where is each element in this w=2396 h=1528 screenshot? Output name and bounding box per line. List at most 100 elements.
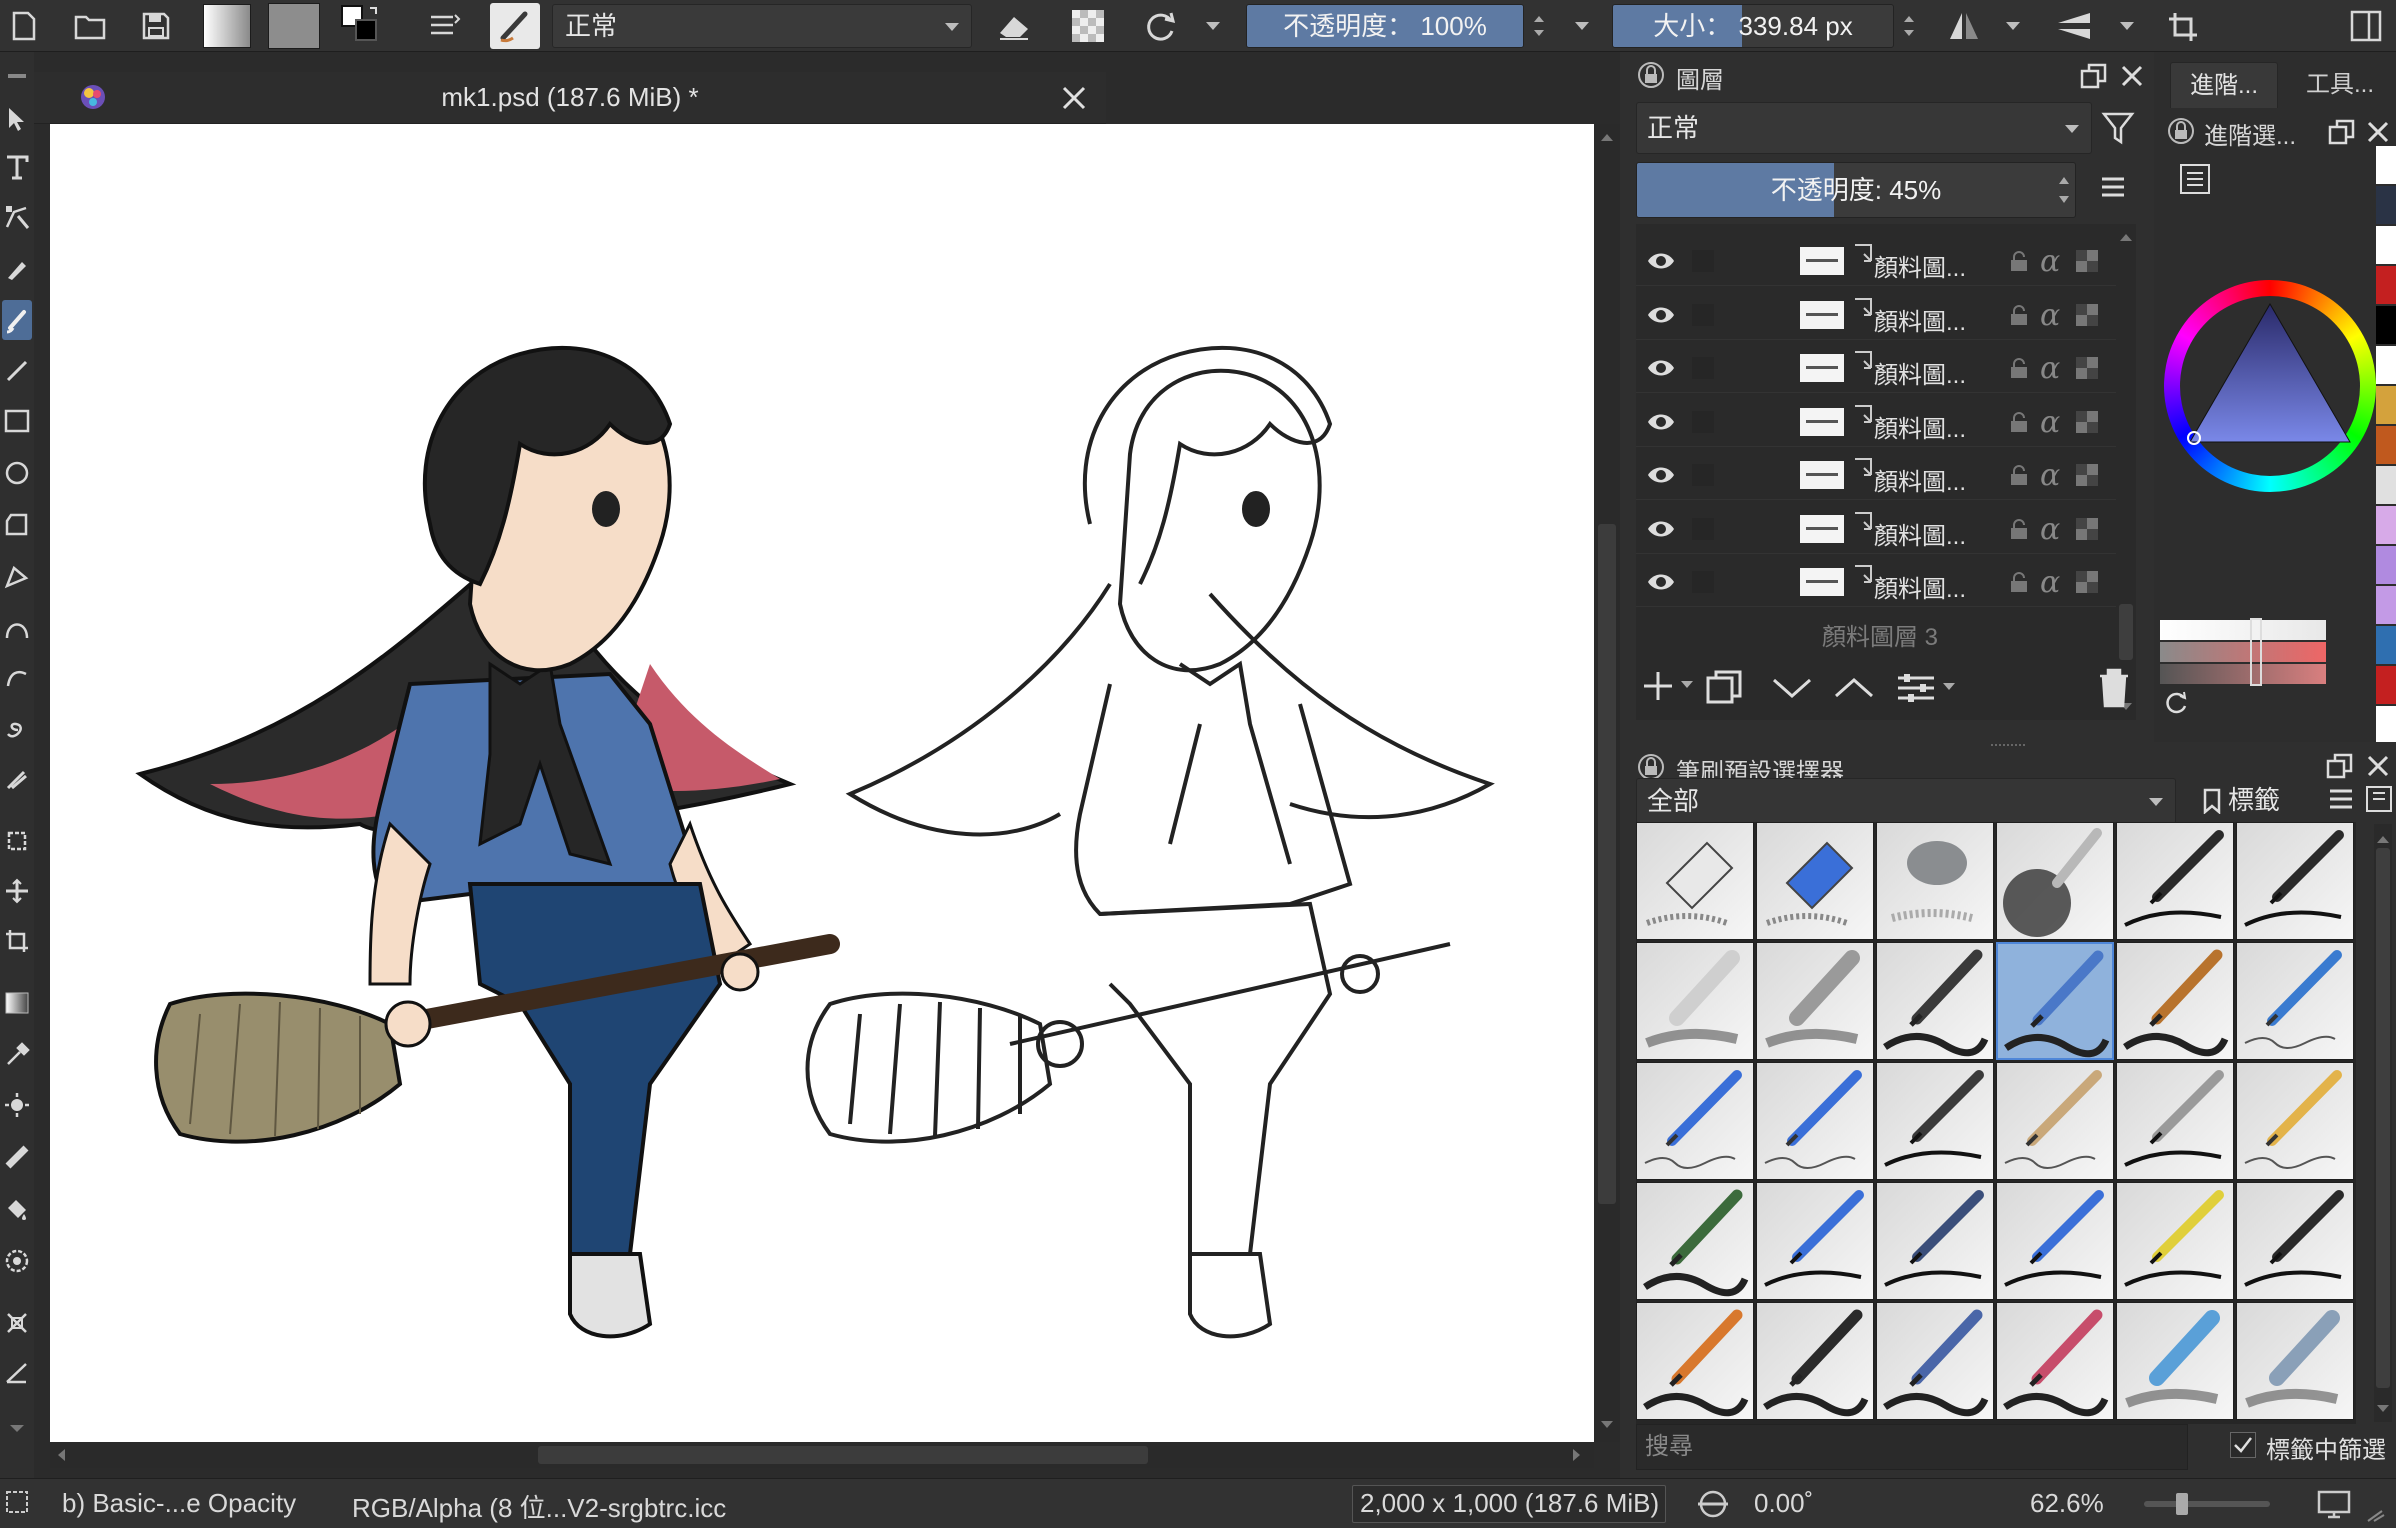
brush-preset-airbrush[interactable] (1996, 822, 2114, 940)
float-panel-icon[interactable] (2326, 752, 2356, 782)
layer-row[interactable]: 顏料圖... α (1636, 290, 2116, 340)
crop-tool-icon[interactable] (2, 824, 32, 858)
brush-view-options-icon[interactable] (2326, 784, 2358, 816)
layer-name[interactable]: 顏料圖... (1874, 516, 1966, 551)
layer-list-scrollbar[interactable] (2116, 224, 2136, 720)
brush-preset-brushpen[interactable] (1876, 942, 1994, 1060)
brush-grid-scroll-thumb[interactable] (2376, 848, 2390, 1388)
move-layer-down-icon[interactable] (1770, 668, 1814, 712)
float-panel-icon[interactable] (2080, 62, 2110, 92)
foreground-background-color-icon[interactable] (340, 5, 384, 46)
polyline-tool-icon[interactable] (2, 560, 32, 594)
layer-select-box[interactable] (1692, 250, 1714, 272)
brush-preset-pen[interactable] (1876, 1182, 1994, 1300)
color-slider-handle[interactable] (2250, 618, 2262, 686)
size-stepper-icon[interactable] (1896, 6, 1922, 46)
layer-properties-icon[interactable] (1894, 668, 1938, 712)
tag-button[interactable]: 標籤 (2198, 778, 2316, 824)
alpha-lock-icon[interactable]: α (2040, 244, 2060, 279)
scroll-down-icon[interactable] (1600, 1420, 1614, 1432)
palette-swatch[interactable] (2376, 386, 2396, 424)
brush-preset-pen[interactable] (1756, 1182, 1874, 1300)
palette-swatch[interactable] (2376, 666, 2396, 704)
add-layer-icon[interactable] (1638, 666, 1682, 710)
layer-row[interactable]: 顏料圖... α (1636, 450, 2116, 500)
lock-layer-icon[interactable] (2008, 250, 2030, 272)
brush-preset-brushpen[interactable] (1756, 1302, 1874, 1420)
palette-swatch[interactable] (2376, 226, 2396, 264)
layer-name[interactable]: 顏料圖... (1874, 569, 1966, 604)
inherit-alpha-icon[interactable] (2076, 571, 2098, 593)
layer-select-box[interactable] (1692, 303, 1714, 326)
line-tool-icon[interactable] (2, 354, 32, 388)
opacity-stepper-icon[interactable] (1526, 6, 1552, 46)
lock-layer-icon[interactable] (2008, 304, 2030, 326)
tab-tool-options[interactable]: 工具... (2286, 62, 2394, 108)
similar-selection-icon[interactable] (2, 1244, 32, 1278)
brush-preset-marker[interactable] (2236, 1302, 2354, 1420)
visibility-eye-icon[interactable] (1646, 569, 1676, 595)
close-panel-icon[interactable] (2364, 118, 2392, 146)
layer-select-box[interactable] (1692, 517, 1714, 540)
layer-filter-icon[interactable] (2100, 108, 2146, 154)
palette-swatch[interactable] (2376, 586, 2396, 624)
ellipse-tool-icon[interactable] (2, 456, 32, 490)
palette-swatch[interactable] (2376, 546, 2396, 584)
brush-grid-scrollbar[interactable] (2374, 824, 2392, 1422)
palette-swatch[interactable] (2376, 706, 2396, 744)
text-tool-icon[interactable] (2, 150, 32, 184)
patch-tool-icon[interactable] (2, 1140, 32, 1174)
close-document-icon[interactable] (1056, 80, 1092, 116)
resize-grip-icon[interactable] (2362, 1509, 2388, 1523)
brush-preset-pencil[interactable] (1756, 1062, 1874, 1180)
layer-row[interactable]: 顏料圖... α (1636, 557, 2116, 607)
layer-row-partial-bottom[interactable]: 顏料圖層 3 (1636, 611, 2116, 651)
move-tool-icon[interactable] (2, 874, 32, 908)
brush-preset-brushpen[interactable] (1636, 1302, 1754, 1420)
save-icon[interactable] (136, 6, 176, 46)
drawing-canvas[interactable] (50, 124, 1594, 1442)
move-layer-up-icon[interactable] (1832, 668, 1876, 712)
palette-swatch[interactable] (2376, 466, 2396, 504)
palette-swatch[interactable] (2376, 506, 2396, 544)
lock-layer-icon[interactable] (2008, 571, 2030, 593)
layer-name[interactable]: 顏料圖... (1874, 462, 1966, 497)
brush-preset-brushpen[interactable] (2116, 942, 2234, 1060)
scroll-up-icon[interactable] (2119, 232, 2133, 242)
brush-tag-filter-select[interactable]: 全部 (1636, 778, 2176, 824)
transform-tool-icon[interactable] (2, 924, 32, 958)
zoom-slider-handle[interactable] (2176, 1493, 2188, 1515)
brush-preset-pen[interactable] (2236, 822, 2354, 940)
select-shapes-icon[interactable] (2, 102, 32, 136)
smart-patch-icon[interactable] (2, 1088, 32, 1122)
chevron-down-icon[interactable] (1942, 682, 1956, 692)
inherit-alpha-icon[interactable] (2076, 410, 2098, 433)
open-folder-icon[interactable] (70, 6, 110, 46)
visibility-eye-icon[interactable] (1646, 302, 1676, 328)
lock-layer-icon[interactable] (2008, 518, 2030, 540)
inherit-alpha-icon[interactable] (2076, 464, 2098, 486)
visibility-eye-icon[interactable] (1646, 248, 1676, 274)
chevron-down-icon[interactable] (1196, 6, 1230, 46)
reset-color-icon[interactable] (2164, 690, 2192, 718)
palette-swatch[interactable] (2376, 266, 2396, 304)
alpha-lock-icon[interactable]: α (2040, 565, 2060, 600)
inherit-alpha-icon[interactable] (2076, 517, 2098, 540)
alpha-lock-icon[interactable]: α (2040, 405, 2060, 440)
edit-shapes-icon[interactable] (2, 200, 32, 234)
brush-panel-settings-icon[interactable] (2364, 784, 2396, 816)
alpha-lock-icon[interactable]: α (2040, 298, 2060, 333)
chevron-down-icon[interactable] (2112, 6, 2142, 46)
palette-swatch[interactable] (2376, 146, 2396, 184)
hue-ring[interactable] (2164, 280, 2376, 492)
multibrush-icon[interactable] (2, 762, 32, 796)
brush-search-input[interactable]: 搜尋 (1636, 1424, 2188, 1470)
layer-row[interactable]: 顏料圖... α (1636, 343, 2116, 393)
filter-in-tag-checkbox[interactable] (2230, 1432, 2256, 1458)
color-slider-3[interactable] (2160, 664, 2326, 684)
zoom-slider[interactable] (2144, 1501, 2270, 1507)
brush-preset-brushpen[interactable] (1876, 1302, 1994, 1420)
rectangle-tool-icon[interactable] (2, 404, 32, 438)
layer-name[interactable]: 顏料圖... (1874, 248, 1966, 283)
brush-preset-brushpen[interactable] (1996, 1302, 2114, 1420)
